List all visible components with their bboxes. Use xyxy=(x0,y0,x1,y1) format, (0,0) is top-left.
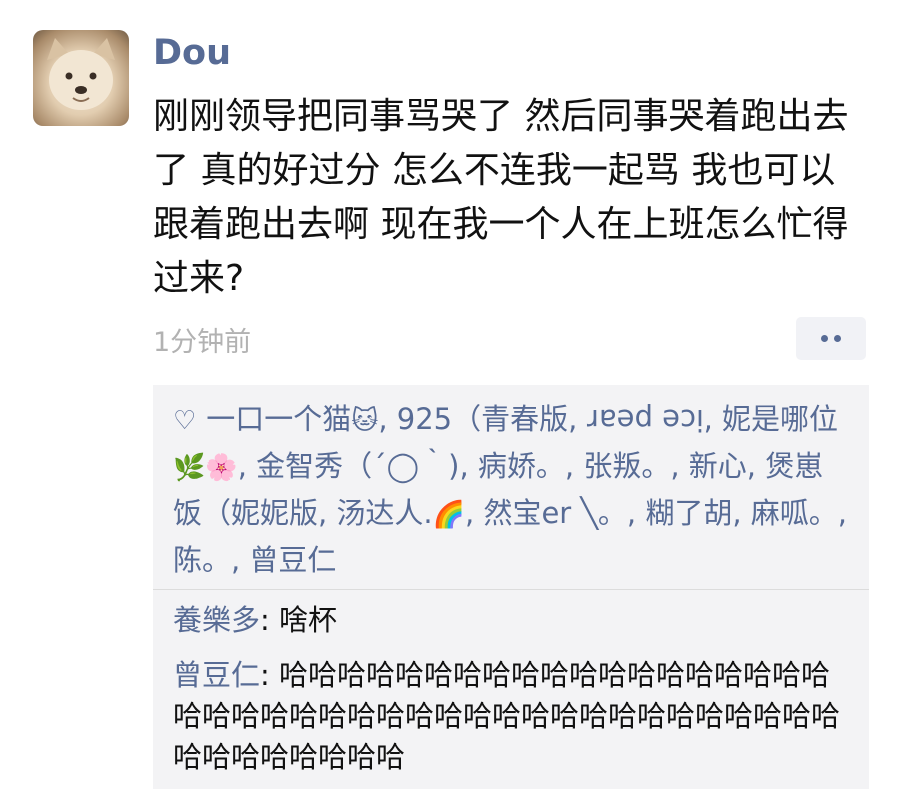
comment-author[interactable]: 養樂多 xyxy=(173,603,260,637)
heart-outline-icon: ♡ xyxy=(173,406,197,436)
comment-item[interactable]: 曾豆仁: 哈哈哈哈哈哈哈哈哈哈哈哈哈哈哈哈哈哈哈哈哈哈哈哈哈哈哈哈哈哈哈哈哈哈哈… xyxy=(153,655,869,778)
comment-author[interactable]: 曾豆仁 xyxy=(173,658,260,692)
post-text: 刚刚领导把同事骂哭了 然后同事哭着跑出去了 真的好过分 怎么不连我一起骂 我也可… xyxy=(153,96,849,299)
interaction-panel: ♡ 一口一个猫🐱, 925（青春版, ice pear, 妮是哪位🌿🌸, 金智秀… xyxy=(153,385,869,789)
dog-avatar-icon xyxy=(47,38,115,110)
comment-text: : 哈哈哈哈哈哈哈哈哈哈哈哈哈哈哈哈哈哈哈哈哈哈哈哈哈哈哈哈哈哈哈哈哈哈哈哈哈哈… xyxy=(173,658,841,774)
upside-down-liker-name[interactable]: ice pear xyxy=(587,397,704,442)
comment-item[interactable]: 養樂多: 啥杯 xyxy=(153,600,869,641)
liker-names[interactable]: , 925（青春版, xyxy=(378,402,586,436)
post-time: 1分钟前 xyxy=(153,327,252,358)
user-avatar[interactable] xyxy=(33,30,129,126)
dot-icon xyxy=(821,335,828,342)
likes-list: ♡ 一口一个猫🐱, 925（青春版, ice pear, 妮是哪位🌿🌸, 金智秀… xyxy=(153,385,869,589)
liker-names[interactable]: , 妮是哪位 xyxy=(704,402,838,436)
more-options-button[interactable] xyxy=(796,317,866,360)
dot-icon xyxy=(834,335,841,342)
flower-emoji-icon: 🌸 xyxy=(205,453,238,483)
liker-name[interactable]: 一口一个猫 xyxy=(206,402,351,436)
author-name[interactable]: Dou xyxy=(153,33,231,73)
divider xyxy=(153,589,869,590)
comment-text: : 啥杯 xyxy=(260,603,338,637)
cat-emoji-icon: 🐱 xyxy=(351,406,379,436)
rainbow-emoji-icon: 🌈 xyxy=(432,500,466,530)
herb-emoji-icon: 🌿 xyxy=(173,453,206,483)
